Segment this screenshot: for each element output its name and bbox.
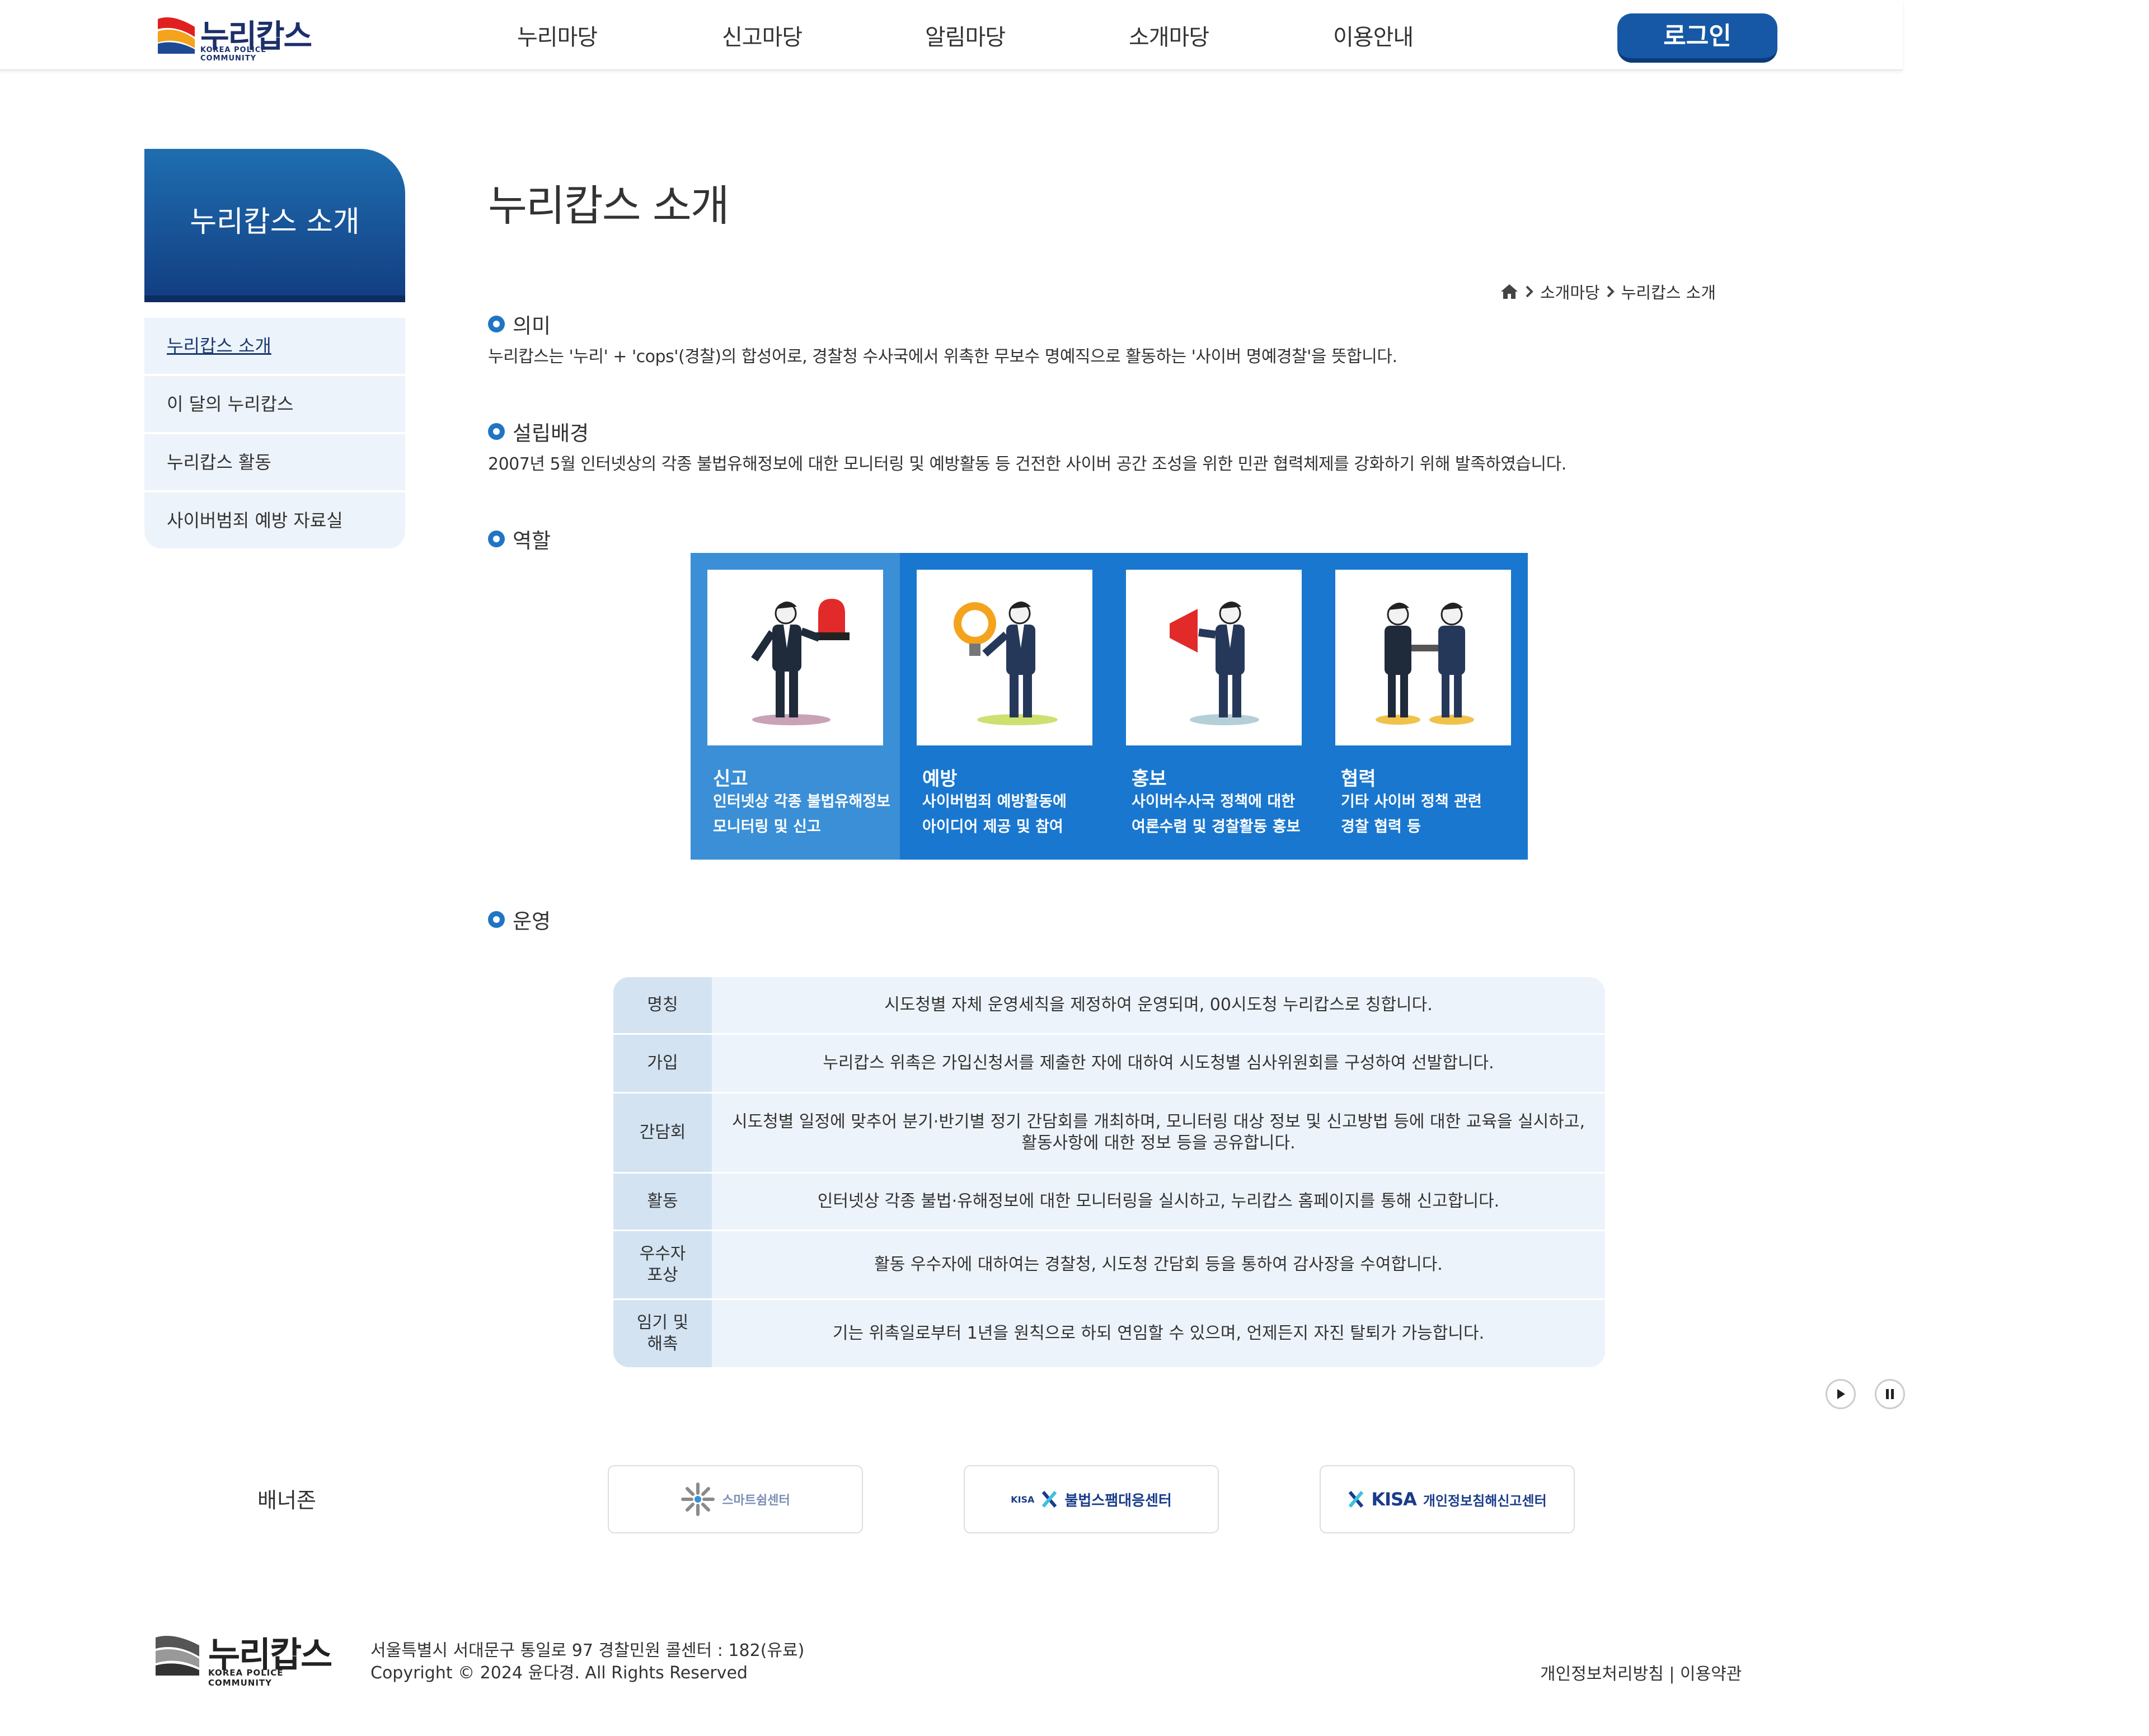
lightbulb-icon: [954, 601, 1058, 725]
footer-copyright: Copyright © 2024 윤다경. All Rights Reserve…: [370, 1663, 748, 1683]
nav-item-notice[interactable]: 알림마당: [925, 19, 1006, 51]
nav-item-about[interactable]: 소개마당: [1129, 19, 1209, 51]
banner-privacy-center[interactable]: KISA 개인정보침해신고센터: [1320, 1465, 1575, 1533]
section-heading-operation: 운영: [488, 904, 551, 935]
logo-subtext: KOREA POLICE COMMUNITY: [200, 46, 267, 63]
table-row: 임기 및 해촉 기는 위촉일로부터 1년을 원칙으로 하되 연임할 수 있으며,…: [613, 1300, 1605, 1367]
role-title: 예방: [922, 768, 958, 790]
roles-panel: 신고 인터넷상 각종 불법유해정보 모니터링 및 신고 예방 사이버범죄 예방활…: [691, 553, 1528, 860]
page-title: 누리캅스 소개: [488, 181, 730, 231]
sidebar-item-activity[interactable]: 누리캅스 활동: [144, 434, 405, 490]
section-heading-text: 의미: [513, 314, 551, 338]
banner-spam-center[interactable]: KISA 불법스팸대응센터: [964, 1465, 1219, 1533]
role-illustration: [1335, 570, 1511, 745]
pause-icon: [1886, 1389, 1894, 1399]
section-heading-roles: 역할: [488, 524, 551, 554]
logo-mark-icon: [158, 17, 195, 54]
table-row: 가입 누리캅스 위촉은 가입신청서를 제출한 자에 대하여 시도청별 심사위원회…: [613, 1035, 1605, 1094]
nav-item-guide[interactable]: 이용안내: [1333, 19, 1414, 51]
table-cell: 기는 위촉일로부터 1년을 원칙으로 하되 연임할 수 있으며, 언제든지 자진…: [832, 1324, 1485, 1343]
role-card-prevention: 예방 사이버범죄 예방활동에 아이디어 제공 및 참여: [900, 553, 1109, 860]
section-heading-text: 설립배경: [513, 421, 589, 445]
kisa-mark-icon: [1042, 1491, 1057, 1508]
role-title: 홍보: [1132, 768, 1167, 790]
logo-mark-icon: [156, 1636, 199, 1676]
section-text-meaning: 누리캅스는 '누리' + 'cops'(경찰)의 합성어로, 경찰청 수사국에서…: [488, 347, 1397, 367]
section-heading-text: 운영: [513, 909, 551, 933]
kisa-logo-icon: KISA: [1371, 1489, 1417, 1510]
table-cell: 누리캅스 위촉은 가입신청서를 제출한 자에 대하여 시도청별 심사위원회를 구…: [823, 1053, 1494, 1073]
siren-icon: [751, 599, 850, 725]
login-button[interactable]: 로그인: [1617, 13, 1777, 63]
table-row: 활동 인터넷상 각종 불법·유해정보에 대한 모니터링을 실시하고, 누리캅스 …: [613, 1174, 1605, 1231]
footer-links[interactable]: 개인정보처리방침 | 이용약관: [1540, 1660, 1742, 1685]
role-description: 기타 사이버 정책 관련 경찰 협력 등: [1341, 793, 1482, 836]
kisa-mark-icon: [1349, 1491, 1364, 1508]
table-row-header: 우수자 포상: [613, 1231, 712, 1298]
breadcrumb-item[interactable]: 소개마당: [1540, 280, 1600, 303]
role-description: 사이버수사국 정책에 대한 여론수렴 및 경찰활동 홍보: [1132, 793, 1301, 836]
section-heading-meaning: 의미: [488, 309, 551, 339]
chevron-right-icon: [1526, 285, 1533, 298]
table-row: 우수자 포상 활동 우수자에 대하여는 경찰청, 시도청 간담회 등을 통하여 …: [613, 1231, 1605, 1300]
table-row: 간담회 시도청별 일정에 맞추어 분기·반기별 정기 간담회를 개최하며, 모니…: [613, 1094, 1605, 1174]
bullet-icon: [488, 531, 505, 547]
smart-shim-logo-icon: [681, 1482, 715, 1516]
table-cell: 시도청별 일정에 맞추어 분기·반기별 정기 간담회를 개최하며, 모니터링 대…: [731, 1112, 1585, 1153]
site-logo[interactable]: 누리캅스 KOREA POLICE COMMUNITY: [156, 12, 318, 63]
banner-smart-shim[interactable]: 스마트쉼센터: [608, 1465, 863, 1533]
table-row: 명칭 시도청별 자체 운영세칙을 제정하여 운영되며, 00시도청 누리캅스로 …: [613, 977, 1605, 1035]
role-card-promotion: 홍보 사이버수사국 정책에 대한 여론수렴 및 경찰활동 홍보: [1109, 553, 1319, 860]
table-row-header: 활동: [613, 1174, 712, 1230]
sidebar-menu: 누리캅스 소개 이 달의 누리캅스 누리캅스 활동 사이버범죄 예방 자료실: [144, 318, 405, 551]
role-description: 사이버범죄 예방활동에 아이디어 제공 및 참여: [922, 793, 1067, 836]
sidebar-title: 누리캅스 소개: [144, 149, 405, 302]
role-title: 신고: [713, 768, 748, 790]
banner-zone-label: 배너존: [257, 1488, 316, 1513]
sidebar-item-intro[interactable]: 누리캅스 소개: [144, 318, 405, 374]
table-row-header: 가입: [613, 1035, 712, 1092]
role-illustration: [917, 570, 1092, 745]
section-text-background: 2007년 5월 인터넷상의 각종 불법유해정보에 대한 모니터링 및 예방활동…: [488, 454, 1566, 474]
banner-pause-button[interactable]: [1875, 1379, 1905, 1409]
role-illustration: [1126, 570, 1302, 745]
bullet-icon: [488, 911, 505, 928]
nav-item-nuri[interactable]: 누리마당: [517, 19, 598, 51]
home-icon[interactable]: [1500, 283, 1519, 300]
kisa-logo-icon: KISA: [1011, 1494, 1035, 1505]
section-heading-background: 설립배경: [488, 416, 589, 447]
role-illustration: [707, 570, 883, 745]
table-row-header: 임기 및 해촉: [613, 1300, 712, 1367]
role-description: 인터넷상 각종 불법유해정보 모니터링 및 신고: [713, 793, 890, 836]
banner-text: 개인정보침해신고센터: [1423, 1493, 1547, 1509]
table-row-header: 간담회: [613, 1094, 712, 1172]
table-row-header: 명칭: [613, 977, 712, 1033]
chevron-right-icon: [1607, 285, 1615, 298]
breadcrumb: 소개마당 누리캅스 소개: [1500, 280, 1716, 303]
table-cell: 활동 우수자에 대하여는 경찰청, 시도청 간담회 등을 통하여 감사장을 수여…: [874, 1255, 1443, 1274]
role-card-cooperation: 협력 기타 사이버 정책 관련 경찰 협력 등: [1319, 553, 1528, 860]
banner-text: 스마트쉼센터: [722, 1494, 790, 1508]
footer-address: 서울특별시 서대문구 통일로 97 경찰민원 콜센터 : 182(유료): [370, 1641, 805, 1660]
role-card-report: 신고 인터넷상 각종 불법유해정보 모니터링 및 신고: [691, 553, 900, 860]
operation-table: 명칭 시도청별 자체 운영세칙을 제정하여 운영되며, 00시도청 누리캅스로 …: [613, 977, 1605, 1367]
sidebar-item-prevention-library[interactable]: 사이버범죄 예방 자료실: [144, 492, 405, 548]
table-cell: 인터넷상 각종 불법·유해정보에 대한 모니터링을 실시하고, 누리캅스 홈페이…: [817, 1191, 1500, 1211]
section-heading-text: 역할: [513, 529, 551, 553]
role-title: 협력: [1341, 768, 1376, 790]
handshake-icon: [1376, 602, 1474, 725]
breadcrumb-item[interactable]: 누리캅스 소개: [1621, 280, 1716, 303]
play-icon: [1837, 1389, 1845, 1399]
bullet-icon: [488, 316, 505, 332]
logo-subtext: KOREA POLICE COMMUNITY: [208, 1668, 284, 1688]
sidebar-item-monthly[interactable]: 이 달의 누리캅스: [144, 376, 405, 432]
bullet-icon: [488, 423, 505, 440]
site-header: 누리캅스 KOREA POLICE COMMUNITY 누리마당 신고마당 알림…: [0, 0, 1903, 71]
banner-text: 불법스팸대응센터: [1064, 1492, 1172, 1509]
table-cell: 시도청별 자체 운영세칙을 제정하여 운영되며, 00시도청 누리캅스로 칭합니…: [884, 995, 1433, 1015]
nav-item-report[interactable]: 신고마당: [722, 19, 803, 51]
banner-play-button[interactable]: [1826, 1379, 1856, 1409]
megaphone-icon: [1170, 601, 1259, 725]
footer-logo[interactable]: 누리캅스 KOREA POLICE COMMUNITY: [154, 1629, 345, 1688]
